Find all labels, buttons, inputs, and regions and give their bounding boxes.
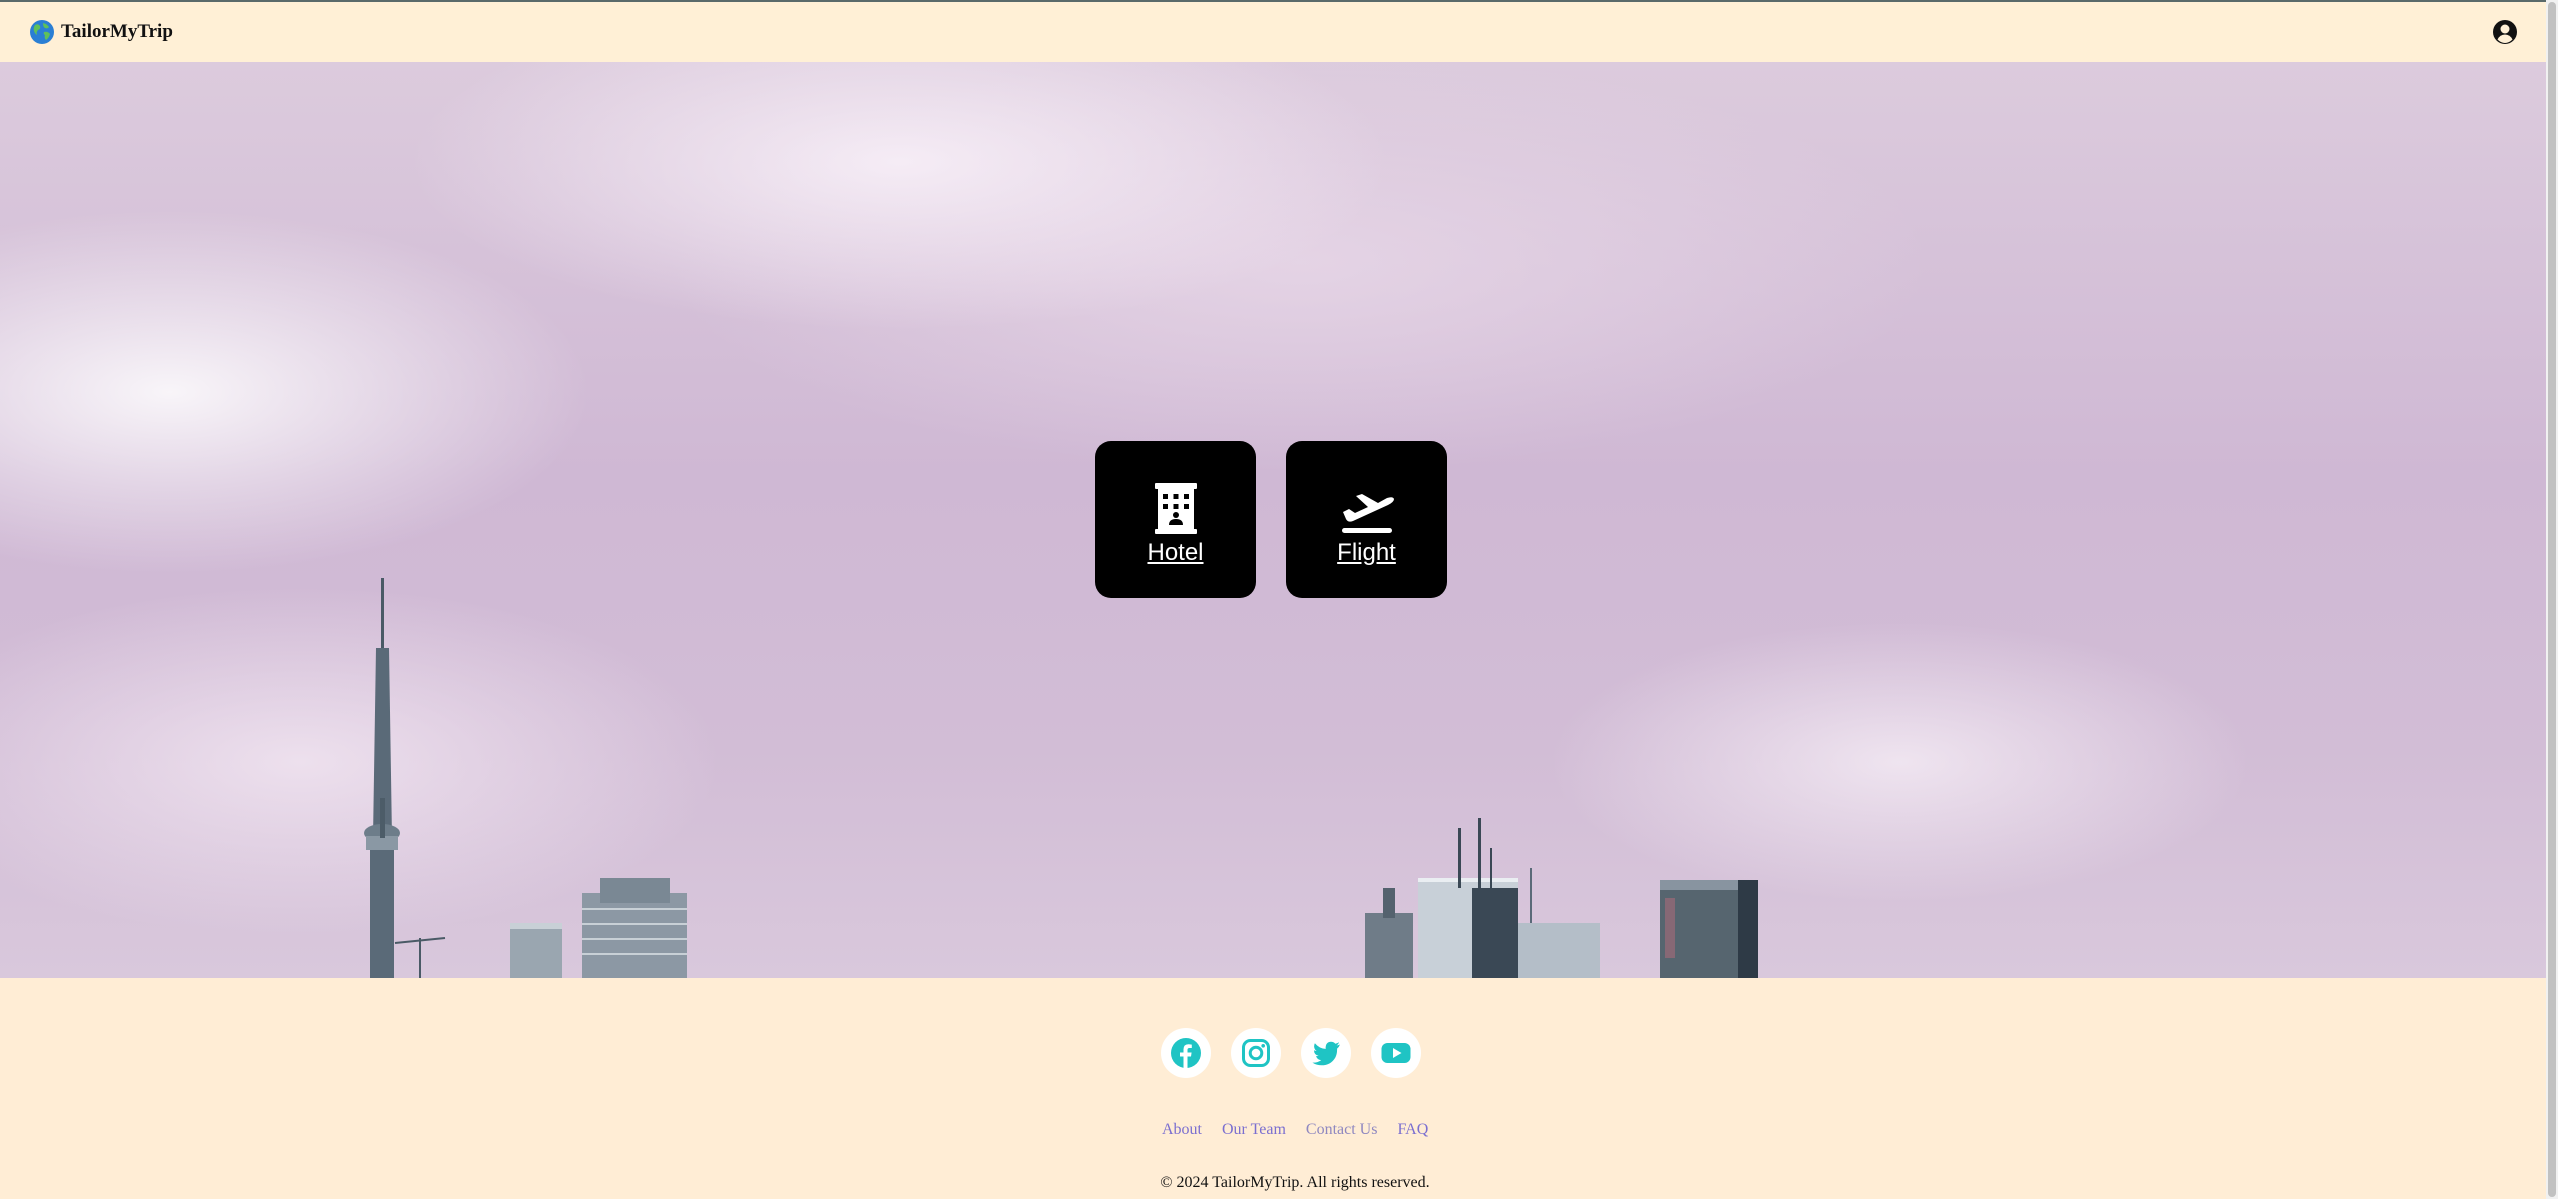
footer-link-our-team[interactable]: Our Team — [1222, 1121, 1286, 1139]
footer-links: About Our Team Contact Us FAQ — [1162, 1121, 1448, 1139]
hotel-icon — [1154, 482, 1197, 534]
footer-link-about[interactable]: About — [1162, 1121, 1202, 1139]
hero-banner: Hotel Flight — [0, 62, 2546, 978]
footer-link-faq[interactable]: FAQ — [1397, 1121, 1428, 1139]
twitter-link[interactable] — [1301, 1028, 1351, 1078]
instagram-icon — [1242, 1039, 1270, 1067]
instagram-link[interactable] — [1231, 1028, 1281, 1078]
facebook-icon — [1171, 1038, 1201, 1068]
social-links — [1161, 1028, 1421, 1078]
booking-options: Hotel Flight — [1095, 441, 1447, 598]
footer: About Our Team Contact Us FAQ © 2024 Tai… — [0, 978, 2546, 1199]
footer-link-contact-us[interactable]: Contact Us — [1306, 1121, 1378, 1139]
brand[interactable]: TailorMyTrip — [29, 19, 173, 45]
flight-label: Flight — [1337, 538, 1396, 566]
flight-card[interactable]: Flight — [1286, 441, 1447, 598]
scrollbar-thumb[interactable] — [2548, 2, 2556, 1197]
globe-icon — [30, 20, 54, 44]
hotel-card[interactable]: Hotel — [1095, 441, 1256, 598]
youtube-link[interactable] — [1371, 1028, 1421, 1078]
user-circle-icon[interactable] — [2492, 19, 2518, 45]
hotel-label: Hotel — [1147, 538, 1204, 566]
plane-departure-icon — [1341, 493, 1394, 533]
page-scrollbar[interactable] — [2546, 0, 2558, 1199]
top-nav: TailorMyTrip — [0, 0, 2546, 62]
youtube-icon — [1381, 1043, 1411, 1063]
brand-name: TailorMyTrip — [61, 21, 173, 42]
facebook-link[interactable] — [1161, 1028, 1211, 1078]
twitter-icon — [1312, 1041, 1340, 1066]
copyright: © 2024 TailorMyTrip. All rights reserved… — [1160, 1174, 1430, 1191]
city-skyline-image — [364, 578, 1758, 978]
